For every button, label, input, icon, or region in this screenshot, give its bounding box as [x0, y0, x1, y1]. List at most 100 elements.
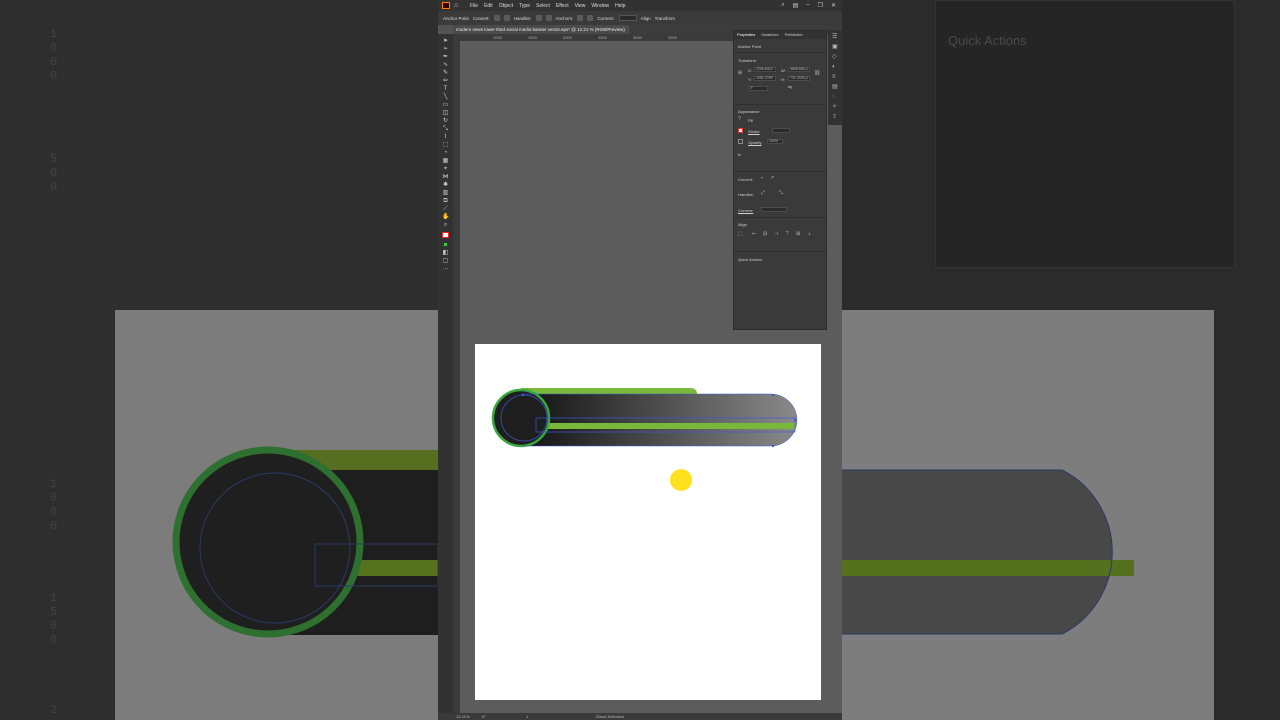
document-tab[interactable]: modern news lower third social media ban…: [453, 25, 629, 34]
artboard-number[interactable]: 1: [526, 714, 528, 719]
tab-swatches[interactable]: Swatches: [761, 31, 778, 39]
transparency-dock-icon[interactable]: ◌: [832, 94, 838, 100]
corners-field[interactable]: [761, 207, 787, 212]
line-tool-icon[interactable]: ╲: [442, 94, 449, 100]
properties-dock-icon[interactable]: ☰: [832, 34, 838, 40]
scale-tool-icon[interactable]: ⤡: [442, 126, 449, 132]
align-center-icon[interactable]: ⊟: [763, 232, 768, 237]
gradient-banner-bar[interactable]: [521, 394, 797, 446]
menu-effect[interactable]: Effect: [556, 3, 569, 9]
green-top-bar[interactable]: [521, 388, 697, 394]
tab-properties[interactable]: Properties: [737, 31, 755, 39]
align-left-icon[interactable]: ⊢: [752, 232, 757, 237]
angle-field[interactable]: 0°: [748, 86, 768, 91]
anchor-point[interactable]: [794, 419, 796, 421]
constrain-link-icon[interactable]: ⛓: [814, 71, 820, 76]
arrange-icon[interactable]: ▤: [793, 2, 799, 9]
convert-corner-icon[interactable]: ⌐: [761, 176, 766, 181]
home-icon[interactable]: ⌂: [454, 2, 462, 9]
layers-dock-icon[interactable]: ◇: [832, 54, 838, 60]
y-field[interactable]: 1081.2789: [754, 76, 776, 81]
green-stripe[interactable]: [548, 423, 795, 429]
h-field[interactable]: 731.2926 p: [788, 76, 810, 81]
align-right-icon[interactable]: ⊣: [774, 232, 779, 237]
tab-pathfinder[interactable]: Pathfinder: [785, 31, 803, 39]
warp-tool-icon[interactable]: ⌇: [442, 134, 449, 140]
flip-icon[interactable]: ⇋: [788, 86, 793, 91]
w-field[interactable]: 3668.656 p: [788, 67, 810, 72]
control-transform-link[interactable]: Transform: [655, 16, 675, 21]
align-bottom-icon[interactable]: ⊥: [807, 232, 812, 237]
menu-type[interactable]: Type: [519, 3, 530, 9]
reference-point-icon[interactable]: ⊞: [738, 71, 743, 76]
rectangle-tool-icon[interactable]: ▭: [442, 102, 449, 108]
stroke-swatch-icon[interactable]: [738, 128, 743, 133]
rotate-tool-icon[interactable]: ↻: [442, 118, 449, 124]
connect-anchor-icon[interactable]: [587, 15, 594, 21]
direct-selection-tool-icon[interactable]: ➢: [442, 46, 449, 52]
libraries-dock-icon[interactable]: ▣: [832, 44, 838, 50]
draw-mode-icon[interactable]: ◧: [442, 250, 449, 256]
anchor-point[interactable]: [772, 445, 774, 447]
hand-tool-icon[interactable]: ✋: [442, 214, 449, 220]
menu-file[interactable]: File: [470, 3, 478, 9]
handles-hide-icon[interactable]: [545, 15, 552, 21]
anchor-point[interactable]: [772, 394, 774, 396]
appearance-dock-icon[interactable]: ✧: [832, 104, 838, 110]
color-mode-icon[interactable]: [442, 242, 449, 248]
pen-tool-icon[interactable]: ✒: [442, 54, 449, 60]
stroke-label[interactable]: Stroke: [748, 129, 760, 134]
close-icon[interactable]: ✕: [831, 2, 836, 9]
corners-field[interactable]: [618, 15, 637, 21]
shape-builder-tool-icon[interactable]: ◔: [442, 150, 449, 156]
blend-tool-icon[interactable]: ⋈: [442, 174, 449, 180]
symbol-sprayer-tool-icon[interactable]: ✱: [442, 182, 449, 188]
minimize-icon[interactable]: –: [806, 2, 809, 9]
zoom-tool-icon[interactable]: ⌕: [442, 222, 449, 228]
opacity-field[interactable]: 100%: [767, 139, 783, 144]
graph-tool-icon[interactable]: ▥: [442, 190, 449, 196]
artboard-tool-icon[interactable]: ⧉: [442, 198, 449, 204]
fill-unknown-icon[interactable]: ?: [738, 117, 743, 122]
handles-show-icon[interactable]: [535, 15, 542, 21]
type-tool-icon[interactable]: T: [442, 86, 449, 92]
restore-icon[interactable]: ❐: [818, 2, 823, 9]
menu-edit[interactable]: Edit: [484, 3, 493, 9]
x-field[interactable]: 2206.6419: [754, 67, 776, 72]
curvature-tool-icon[interactable]: ∿: [442, 62, 449, 68]
corners-label[interactable]: Corners:: [738, 208, 753, 213]
fx-button[interactable]: fx: [738, 152, 741, 157]
slice-tool-icon[interactable]: ⟋: [442, 206, 449, 212]
color-dock-icon[interactable]: ◐: [832, 64, 838, 70]
stroke-dock-icon[interactable]: ≡: [832, 74, 838, 80]
menu-object[interactable]: Object: [499, 3, 513, 9]
convert-smooth-icon[interactable]: ↗: [770, 176, 775, 181]
stroke-weight-field[interactable]: [772, 128, 790, 133]
menu-select[interactable]: Select: [536, 3, 550, 9]
align-top-icon[interactable]: ⊤: [785, 232, 790, 237]
handles-show-icon[interactable]: ⤢: [761, 191, 766, 196]
gradient-dock-icon[interactable]: ▤: [832, 84, 838, 90]
eraser-tool-icon[interactable]: ◫: [442, 110, 449, 116]
menu-view[interactable]: View: [575, 3, 586, 9]
zoom-level[interactable]: 12.21%: [456, 714, 470, 719]
control-align-link[interactable]: Align: [641, 16, 651, 21]
brush-tool-icon[interactable]: ✎: [442, 70, 449, 76]
pencil-tool-icon[interactable]: ✏: [442, 78, 449, 84]
free-transform-tool-icon[interactable]: ⬚: [442, 142, 449, 148]
more-tools-icon[interactable]: ···: [442, 266, 449, 272]
selection-tool-icon[interactable]: ➤: [442, 38, 449, 44]
convert-corner-icon[interactable]: [493, 15, 500, 21]
menu-help[interactable]: Help: [615, 3, 625, 9]
search-icon[interactable]: ⌕: [781, 2, 784, 9]
menu-window[interactable]: Window: [591, 3, 609, 9]
anchor-point[interactable]: [522, 394, 524, 396]
lower-third-artwork[interactable]: [475, 344, 821, 700]
align-middle-icon[interactable]: ⊞: [796, 232, 801, 237]
convert-smooth-icon[interactable]: [503, 15, 510, 21]
gradient-tool-icon[interactable]: ▦: [442, 158, 449, 164]
screen-mode-icon[interactable]: ▢: [442, 258, 449, 264]
eyedropper-tool-icon[interactable]: ⌖: [442, 166, 449, 172]
handles-hide-icon[interactable]: ⤡: [779, 191, 784, 196]
remove-anchor-icon[interactable]: [577, 15, 584, 21]
